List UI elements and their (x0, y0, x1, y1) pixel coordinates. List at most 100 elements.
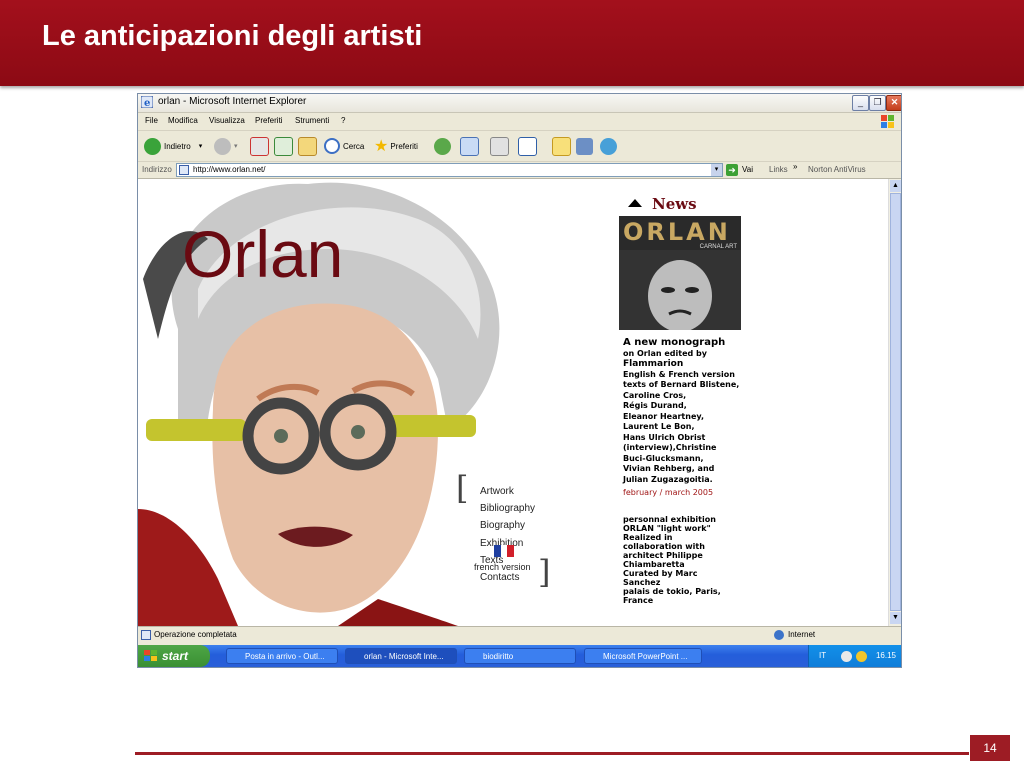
news-contributor: Régis Durand, (623, 401, 687, 410)
scroll-up-icon[interactable]: ▲ (890, 180, 901, 192)
start-button[interactable]: start (138, 645, 210, 667)
news-title: News (652, 195, 697, 213)
status-text: Operazione completata (154, 630, 237, 639)
news-contributor: Hans Ulrich Obrist (623, 432, 706, 442)
home-button[interactable] (298, 136, 320, 156)
network-icon[interactable] (856, 651, 867, 662)
chevron-right-icon[interactable]: » (793, 162, 797, 171)
window-title: orlan - Microsoft Internet Explorer (158, 96, 307, 107)
history-icon (434, 137, 451, 155)
notes-button[interactable] (552, 136, 574, 156)
word-icon (518, 136, 537, 156)
exhibition-line: Realized in (623, 533, 673, 542)
address-bar: Indirizzo http://www.orlan.net/ ▾ ➜ Vai … (138, 162, 901, 179)
restore-button[interactable]: ❐ (869, 95, 886, 111)
bracket-open: [ (456, 469, 469, 507)
scroll-down-icon[interactable]: ▼ (890, 612, 901, 624)
exhibition-line: palais de tokio, Paris, (623, 587, 721, 596)
news-date: february / march 2005 (623, 488, 714, 497)
exhibition-line: France (623, 596, 654, 605)
research-button[interactable] (576, 136, 596, 156)
chevron-down-icon: ▾ (234, 143, 238, 150)
address-input[interactable]: http://www.orlan.net/ ▾ (176, 163, 723, 177)
menu-strumenti[interactable]: Strumenti (295, 116, 329, 125)
news-line1: on Orlan edited by (623, 348, 707, 358)
menu-bar: File Modifica Visualizza Preferiti Strum… (138, 113, 901, 131)
svg-text:e: e (144, 98, 150, 108)
nav-biography[interactable]: Biography (480, 520, 525, 531)
exhibition-text: personnal exhibition ORLAN "light work" … (623, 515, 721, 605)
print-button[interactable] (490, 136, 512, 156)
exhibition-line: Sanchez (623, 578, 661, 587)
forward-arrow-icon (214, 137, 231, 155)
edit-button[interactable] (518, 136, 540, 156)
news-headline: A new monograph (623, 337, 726, 348)
window-titlebar: e orlan - Microsoft Internet Explorer _ … (138, 94, 901, 113)
refresh-icon (274, 136, 293, 156)
book-title: ORLAN (623, 218, 731, 246)
address-label: Indirizzo (142, 165, 172, 174)
toolbar: Indietro ▾ ▾ Cerca ★ Preferiti (138, 131, 901, 162)
address-dropdown-icon[interactable]: ▾ (711, 164, 722, 176)
nav-contacts[interactable]: Contacts (480, 572, 519, 583)
antivirus-label[interactable]: Norton AntiVirus (808, 165, 866, 174)
forward-button[interactable]: ▾ (214, 136, 238, 156)
favorites-button[interactable]: ★ Preferiti (374, 136, 418, 156)
clock: 16.15 (875, 651, 896, 660)
french-version-link[interactable]: french version (474, 562, 531, 572)
close-button[interactable]: ✕ (886, 95, 901, 111)
language-indicator[interactable]: IT (819, 651, 826, 660)
page-icon (141, 630, 151, 640)
vertical-scrollbar[interactable]: ▲ ▼ (888, 179, 901, 626)
menu-file[interactable]: File (145, 116, 158, 125)
orlan-logo: Orlan (182, 217, 344, 291)
exhibition-line: ORLAN "light work" (623, 524, 711, 533)
speaker-icon[interactable] (841, 651, 852, 662)
search-button[interactable]: Cerca (324, 136, 364, 156)
book-cover-image[interactable]: ORLAN CARNAL ART (619, 216, 741, 330)
task-outlook[interactable]: Posta in arrivo - Outl... (226, 648, 338, 664)
nav-bibliography[interactable]: Bibliography (480, 503, 535, 514)
news-contributor: Caroline Cros, (623, 390, 687, 400)
news-contributor: texts of Bernard Blistene, (623, 380, 740, 389)
start-label: start (162, 649, 189, 663)
go-label[interactable]: Vai (742, 165, 753, 174)
news-contributor: Buci-Glucksmann, (623, 453, 704, 463)
mail-button[interactable] (460, 136, 482, 156)
news-contributor: English & French version (623, 369, 735, 379)
scroll-thumb[interactable] (890, 193, 901, 611)
minimize-button[interactable]: _ (852, 95, 869, 111)
exhibition-line: architect Philippe (623, 551, 703, 560)
slide-header: Le anticipazioni degli artisti (0, 0, 1024, 86)
news-contributor: Eleanor Heartney, (623, 411, 704, 421)
refresh-button[interactable] (274, 136, 296, 156)
menu-modifica[interactable]: Modifica (168, 116, 198, 125)
page-viewport: Orlan [ ] Artwork Bibliography Biography… (138, 179, 888, 626)
messenger-button[interactable] (600, 136, 620, 156)
folder-icon (552, 136, 571, 156)
news-contributor: Laurent Le Bon, (623, 422, 695, 431)
back-button[interactable]: Indietro ▾ (144, 136, 202, 156)
slide-title: Le anticipazioni degli artisti (42, 20, 423, 52)
go-arrow-icon[interactable]: ➜ (726, 164, 738, 176)
book-face-icon (619, 250, 741, 330)
history-button[interactable] (434, 136, 454, 156)
menu-preferiti[interactable]: Preferiti (255, 116, 283, 125)
task-powerpoint[interactable]: Microsoft PowerPoint ... (584, 648, 702, 664)
nav-artwork[interactable]: Artwork (480, 486, 514, 497)
menu-help[interactable]: ? (341, 116, 345, 125)
star-icon: ★ (374, 138, 389, 155)
news-contributor: Julian Zugazagoitia. (623, 474, 713, 484)
news-contributor: (interview),Christine (623, 443, 717, 452)
back-label: Indietro (164, 141, 191, 151)
task-ie[interactable]: orlan - Microsoft Inte... (345, 648, 457, 664)
news-contributor: Vivian Rehberg, and (623, 464, 715, 473)
system-tray: IT 16.15 (808, 645, 901, 667)
links-label[interactable]: Links (769, 165, 788, 174)
stop-button[interactable] (250, 136, 272, 156)
task-folder[interactable]: biodiritto (464, 648, 576, 664)
ie-icon: e (141, 96, 153, 108)
french-flag-icon[interactable] (494, 545, 515, 557)
menu-visualizza[interactable]: Visualizza (209, 116, 245, 125)
windows-logo-icon (144, 650, 157, 661)
